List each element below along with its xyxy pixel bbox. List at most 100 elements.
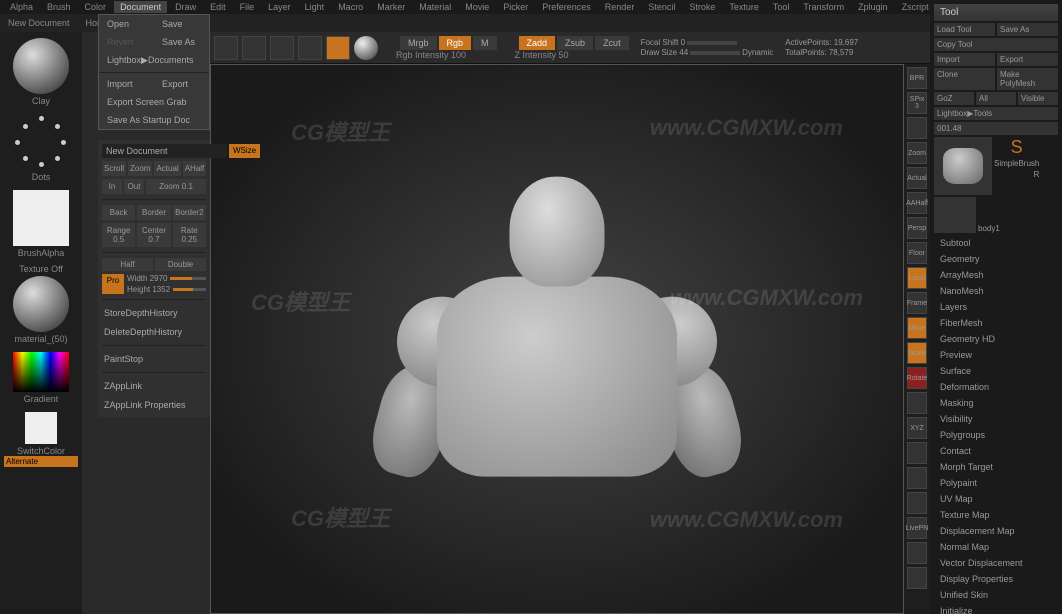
tool-icon-orange[interactable] bbox=[326, 36, 350, 60]
right-icon-7[interactable]: Floor bbox=[907, 242, 927, 264]
brush-preview[interactable] bbox=[13, 38, 69, 94]
menu-export-grab[interactable]: Export Screen Grab bbox=[99, 93, 209, 111]
tool-icon-1[interactable] bbox=[214, 36, 238, 60]
make-polymesh[interactable]: Make PolyMesh bbox=[997, 68, 1058, 90]
ahalf-button[interactable]: AHalf bbox=[183, 161, 207, 176]
right-icon-17[interactable] bbox=[907, 492, 927, 514]
in-button[interactable]: In bbox=[102, 179, 122, 194]
right-icon-18[interactable]: LivePN bbox=[907, 517, 927, 539]
section-geometry-hd[interactable]: Geometry HD bbox=[934, 331, 1058, 347]
menu-tool[interactable]: Tool bbox=[767, 1, 796, 13]
tool-icon-3[interactable] bbox=[270, 36, 294, 60]
menu-zplugin[interactable]: Zplugin bbox=[852, 1, 894, 13]
double-button[interactable]: Double bbox=[155, 258, 206, 271]
zadd-button[interactable]: Zadd bbox=[519, 36, 556, 50]
section-texture-map[interactable]: Texture Map bbox=[934, 507, 1058, 523]
focal-slider[interactable] bbox=[687, 41, 737, 45]
menu-open[interactable]: Open bbox=[99, 15, 154, 33]
menu-stencil[interactable]: Stencil bbox=[642, 1, 681, 13]
menu-material[interactable]: Material bbox=[413, 1, 457, 13]
lightbox-tools[interactable]: Lightbox▶Tools bbox=[934, 107, 1058, 120]
section-nanomesh[interactable]: NanoMesh bbox=[934, 283, 1058, 299]
menu-brush[interactable]: Brush bbox=[41, 1, 77, 13]
menu-saveas[interactable]: Save As bbox=[154, 33, 209, 51]
menu-preferences[interactable]: Preferences bbox=[536, 1, 597, 13]
menu-color[interactable]: Color bbox=[79, 1, 113, 13]
menu-macro[interactable]: Macro bbox=[332, 1, 369, 13]
menu-texture[interactable]: Texture bbox=[723, 1, 765, 13]
width-slider[interactable] bbox=[170, 277, 206, 280]
right-icon-14[interactable]: XYZ bbox=[907, 417, 927, 439]
delete-depth[interactable]: DeleteDepthHistory bbox=[102, 324, 206, 340]
zapplink[interactable]: ZAppLink bbox=[102, 378, 206, 394]
border-button[interactable]: Border bbox=[137, 205, 170, 220]
menu-edit[interactable]: Edit bbox=[204, 1, 232, 13]
right-icon-0[interactable]: BPR bbox=[907, 67, 927, 89]
menu-transform[interactable]: Transform bbox=[797, 1, 850, 13]
back-button[interactable]: Back bbox=[102, 205, 135, 220]
menu-zscript[interactable]: Zscript bbox=[896, 1, 935, 13]
section-subtool[interactable]: Subtool bbox=[934, 235, 1058, 251]
tool-thumb-body[interactable] bbox=[934, 197, 976, 233]
new-document-input[interactable] bbox=[102, 144, 227, 158]
zsub-button[interactable]: Zsub bbox=[557, 36, 593, 50]
swatch[interactable] bbox=[25, 412, 57, 444]
menu-startup[interactable]: Save As Startup Doc bbox=[99, 111, 209, 129]
goz-all[interactable]: All bbox=[976, 92, 1016, 105]
tool-thumb-main[interactable] bbox=[934, 137, 992, 195]
section-polygroups[interactable]: Polygroups bbox=[934, 427, 1058, 443]
tool-icon-2[interactable] bbox=[242, 36, 266, 60]
scroll-button[interactable]: Scroll bbox=[102, 161, 126, 176]
section-preview[interactable]: Preview bbox=[934, 347, 1058, 363]
zoom-button[interactable]: Zoom bbox=[128, 161, 152, 176]
material-preview[interactable] bbox=[13, 276, 69, 332]
right-icon-19[interactable] bbox=[907, 542, 927, 564]
rgb-button[interactable]: Rgb bbox=[439, 36, 472, 50]
goz-visible[interactable]: Visible bbox=[1018, 92, 1058, 105]
stroke-preview[interactable] bbox=[13, 114, 69, 170]
right-icon-1[interactable]: SPix 3 bbox=[907, 92, 927, 114]
copy-tool[interactable]: Copy Tool bbox=[934, 38, 1058, 51]
section-display-properties[interactable]: Display Properties bbox=[934, 571, 1058, 587]
tool-icon-4[interactable] bbox=[298, 36, 322, 60]
load-tool[interactable]: Load Tool bbox=[934, 23, 995, 36]
mrgb-button[interactable]: Mrgb bbox=[400, 36, 437, 50]
menu-save[interactable]: Save bbox=[154, 15, 209, 33]
new-document[interactable]: New Document bbox=[4, 17, 74, 29]
section-vector-displacement[interactable]: Vector Displacement bbox=[934, 555, 1058, 571]
right-icon-5[interactable]: AAHalf bbox=[907, 192, 927, 214]
right-icon-4[interactable]: Actual bbox=[907, 167, 927, 189]
gradient-label[interactable]: Gradient bbox=[4, 394, 78, 404]
m-button[interactable]: M bbox=[473, 36, 497, 50]
section-normal-map[interactable]: Normal Map bbox=[934, 539, 1058, 555]
right-icon-12[interactable]: Rotate bbox=[907, 367, 927, 389]
right-icon-6[interactable]: Persp bbox=[907, 217, 927, 239]
save-as-tool[interactable]: Save As bbox=[997, 23, 1058, 36]
clone-tool[interactable]: Clone bbox=[934, 68, 995, 90]
width-value[interactable]: Width 2970 bbox=[127, 274, 167, 283]
height-value[interactable]: Height 1352 bbox=[127, 285, 170, 294]
range-value[interactable]: Range 0.5 bbox=[102, 223, 135, 247]
export-tool[interactable]: Export bbox=[997, 53, 1058, 66]
menu-marker[interactable]: Marker bbox=[371, 1, 411, 13]
menu-render[interactable]: Render bbox=[599, 1, 641, 13]
right-icon-8[interactable]: Local bbox=[907, 267, 927, 289]
section-initialize[interactable]: Initialize bbox=[934, 603, 1058, 614]
section-visibility[interactable]: Visibility bbox=[934, 411, 1058, 427]
section-polypaint[interactable]: Polypaint bbox=[934, 475, 1058, 491]
right-icon-11[interactable]: Scale bbox=[907, 342, 927, 364]
alternate-label[interactable]: Alternate bbox=[4, 456, 78, 467]
menu-picker[interactable]: Picker bbox=[497, 1, 534, 13]
import-tool[interactable]: Import bbox=[934, 53, 995, 66]
pro-button[interactable]: Pro bbox=[102, 274, 124, 294]
menu-movie[interactable]: Movie bbox=[459, 1, 495, 13]
menu-document[interactable]: Document bbox=[114, 1, 167, 13]
menu-stroke[interactable]: Stroke bbox=[683, 1, 721, 13]
section-arraymesh[interactable]: ArrayMesh bbox=[934, 267, 1058, 283]
section-deformation[interactable]: Deformation bbox=[934, 379, 1058, 395]
paintstop[interactable]: PaintStop bbox=[102, 351, 206, 367]
menu-import[interactable]: Import bbox=[99, 75, 154, 93]
right-icon-3[interactable]: Zoom bbox=[907, 142, 927, 164]
actual-button[interactable]: Actual bbox=[154, 161, 180, 176]
section-geometry[interactable]: Geometry bbox=[934, 251, 1058, 267]
